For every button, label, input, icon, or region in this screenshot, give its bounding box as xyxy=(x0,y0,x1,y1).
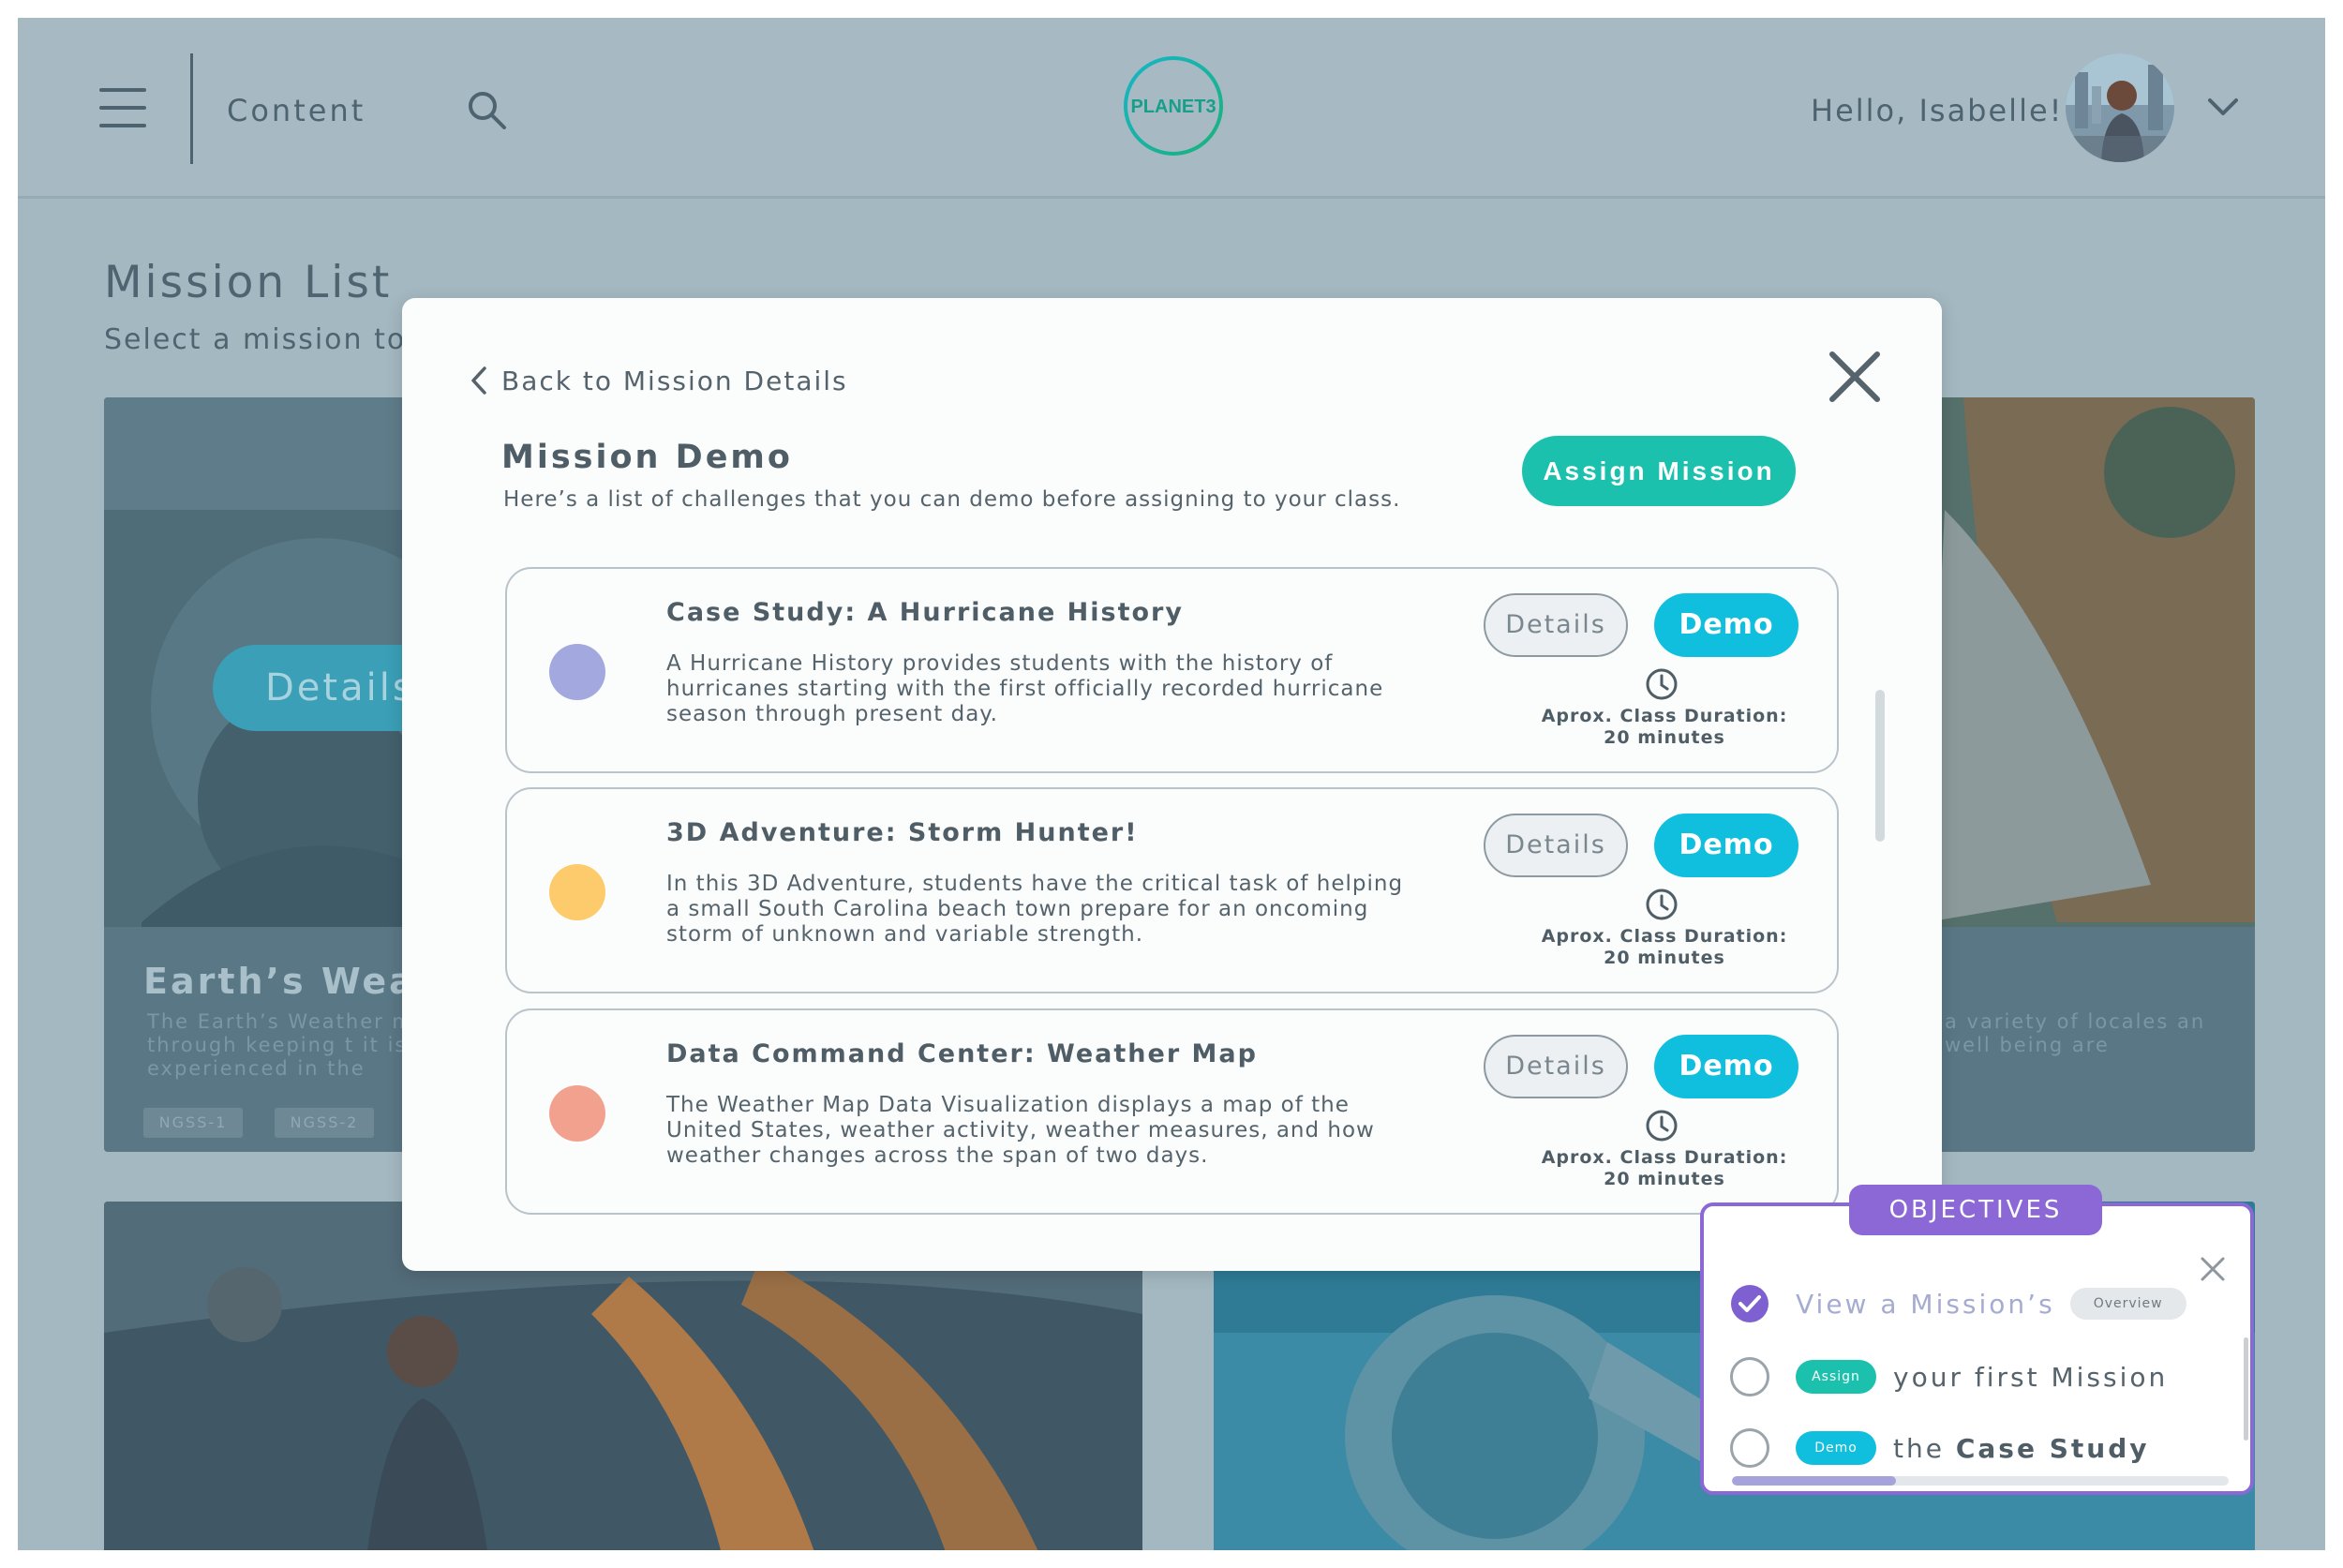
duration-label: Aprox. Class Duration: xyxy=(1541,706,1788,726)
challenge-color-dot xyxy=(549,644,605,700)
class-duration: Aprox. Class Duration: 20 minutes xyxy=(1510,706,1819,749)
card-title: Earth’s Weat xyxy=(143,961,436,1002)
challenge-description: In this 3D Adventure, students have the … xyxy=(666,872,1404,947)
challenge-details-button[interactable]: Details xyxy=(1484,593,1628,657)
standard-tag: NGSS-2 xyxy=(275,1108,374,1138)
modal-title: Mission Demo xyxy=(501,439,793,476)
modal-scrollbar[interactable] xyxy=(1875,690,1885,842)
demo-chip: Demo xyxy=(1796,1431,1876,1465)
clock-icon xyxy=(1646,889,1678,920)
objectives-progress-fill xyxy=(1732,1476,1896,1486)
challenge-demo-button[interactable]: Demo xyxy=(1654,814,1798,877)
challenge-details-button[interactable]: Details xyxy=(1484,1035,1628,1098)
objectives-panel: View a Mission’s Overview Assign your fi… xyxy=(1700,1185,2254,1495)
standard-tag: NGSS-1 xyxy=(143,1108,243,1138)
overview-chip: Overview xyxy=(2069,1288,2186,1320)
objective-checkbox[interactable] xyxy=(1730,1357,1769,1396)
planet3-logo[interactable]: PLANET3 xyxy=(1121,53,1226,158)
objective-item: View a Mission’s Overview xyxy=(1730,1283,2186,1324)
challenge-item: Case Study: A Hurricane History A Hurric… xyxy=(505,567,1839,773)
modal-subtitle: Here’s a list of challenges that you can… xyxy=(503,487,1401,512)
objectives-box: View a Mission’s Overview Assign your fi… xyxy=(1700,1202,2254,1495)
assign-chip: Assign xyxy=(1796,1360,1876,1394)
objective-checkbox[interactable] xyxy=(1730,1428,1769,1468)
duration-value: 20 minutes xyxy=(1604,727,1725,748)
challenge-item: Data Command Center: Weather Map The Wea… xyxy=(505,1008,1839,1215)
class-duration: Aprox. Class Duration: 20 minutes xyxy=(1510,926,1819,969)
menu-icon[interactable] xyxy=(99,88,146,127)
objective-text: the Case Study xyxy=(1893,1433,2150,1464)
challenge-title: 3D Adventure: Storm Hunter! xyxy=(666,818,1139,847)
challenge-details-button[interactable]: Details xyxy=(1484,814,1628,877)
challenge-demo-button[interactable]: Demo xyxy=(1654,593,1798,657)
challenge-description: A Hurricane History provides students wi… xyxy=(666,651,1384,726)
mission-demo-modal: Back to Mission Details Mission Demo Her… xyxy=(402,298,1942,1271)
challenge-title: Data Command Center: Weather Map xyxy=(666,1039,1258,1068)
back-link-label: Back to Mission Details xyxy=(501,365,848,396)
page-subtitle: Select a mission to xyxy=(104,323,407,356)
objective-item: Assign your first Mission xyxy=(1730,1356,2168,1397)
challenge-color-dot xyxy=(549,1085,605,1142)
duration-label: Aprox. Class Duration: xyxy=(1541,926,1788,947)
app-frame: Content PLANET3 Hello, Isabelle! Mission… xyxy=(18,18,2325,1550)
logo-text: PLANET3 xyxy=(1130,97,1216,117)
duration-label: Aprox. Class Duration: xyxy=(1541,1147,1788,1168)
top-header: Content PLANET3 Hello, Isabelle! xyxy=(18,18,2325,199)
chevron-down-icon[interactable] xyxy=(2206,93,2240,121)
back-to-mission-details-link[interactable]: Back to Mission Details xyxy=(470,362,848,399)
challenge-color-dot xyxy=(549,864,605,920)
close-icon[interactable] xyxy=(2199,1255,2227,1283)
clock-icon xyxy=(1646,1110,1678,1142)
objective-text: your first Mission xyxy=(1893,1361,2169,1393)
search-icon[interactable] xyxy=(466,89,507,130)
challenge-title: Case Study: A Hurricane History xyxy=(666,598,1184,627)
objective-text-prefix: the xyxy=(1893,1432,1945,1464)
assign-mission-button[interactable]: Assign Mission xyxy=(1522,436,1796,506)
duration-value: 20 minutes xyxy=(1604,948,1725,968)
objective-item: Demo the Case Study xyxy=(1730,1427,2150,1469)
challenge-description: The Weather Map Data Visualization displ… xyxy=(666,1093,1375,1168)
objective-text-bold: Case Study xyxy=(1955,1432,2150,1464)
objectives-scrollbar[interactable] xyxy=(2244,1337,2248,1441)
card-description: a variety of locales an well being are xyxy=(1945,1010,2206,1056)
challenge-item: 3D Adventure: Storm Hunter! In this 3D A… xyxy=(505,787,1839,993)
check-circle-icon xyxy=(1731,1285,1768,1322)
objective-text: View a Mission’s xyxy=(1796,1288,2055,1320)
close-icon[interactable] xyxy=(1827,349,1883,405)
objectives-title: OBJECTIVES xyxy=(1849,1185,2102,1235)
page-title: Mission List xyxy=(104,257,393,308)
objectives-progress-bar xyxy=(1732,1476,2229,1486)
greeting: Hello, Isabelle! xyxy=(1811,93,2064,128)
chevron-left-icon xyxy=(471,366,486,395)
nav-content-link[interactable]: Content xyxy=(227,93,366,128)
challenge-demo-button[interactable]: Demo xyxy=(1654,1035,1798,1098)
header-divider xyxy=(190,53,193,164)
avatar[interactable] xyxy=(2066,53,2174,162)
clock-icon xyxy=(1646,668,1678,700)
